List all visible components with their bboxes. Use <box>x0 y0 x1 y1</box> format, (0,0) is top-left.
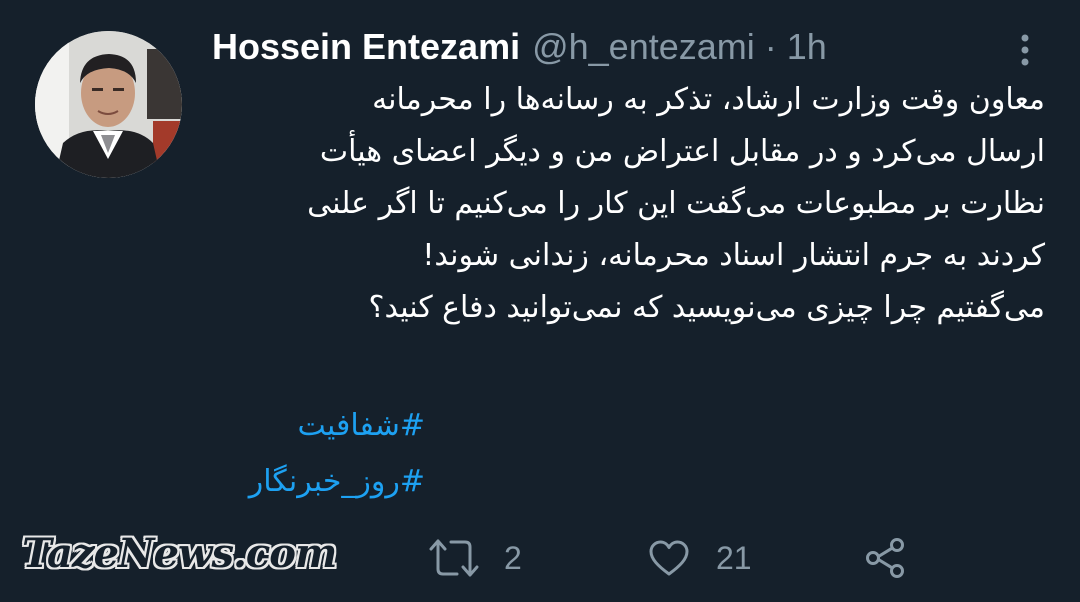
separator-dot: · <box>764 26 777 67</box>
share-button[interactable] <box>862 533 908 583</box>
tweet-header: Hossein Entezami @h_entezami · 1h <box>212 26 827 72</box>
tweet-card[interactable]: Hossein Entezami @h_entezami · 1h معاون … <box>0 0 1080 602</box>
more-vertical-icon[interactable] <box>1010 30 1040 70</box>
author-handle[interactable]: @h_entezami <box>532 26 755 68</box>
tweet-text-line: ارسال می‌کرد و در مقابل اعتراض من و دیگر… <box>319 134 1045 169</box>
tweet-text-line: معاون وقت وزارت ارشاد، تذکر به رسانه‌ها … <box>372 82 1045 117</box>
tweet-text-line: می‌گفتیم چرا چیزی می‌نویسید که نمی‌توانی… <box>368 290 1045 325</box>
heart-icon <box>649 540 689 576</box>
tweet-text-line: کردند به جرم انتشار اسناد محرمانه، زندان… <box>422 238 1045 273</box>
avatar[interactable] <box>35 31 182 178</box>
author-name[interactable]: Hossein Entezami <box>212 26 520 68</box>
avatar-photo <box>35 31 182 178</box>
like-button[interactable]: 21 <box>648 533 752 583</box>
hashtag-link[interactable]: #شفافیت <box>205 398 425 454</box>
timestamp[interactable]: 1h <box>787 26 827 68</box>
retweet-icon <box>429 539 479 577</box>
tweet-text-line: نظارت بر مطبوعات می‌گفت این کار را می‌کن… <box>307 186 1045 221</box>
like-count: 21 <box>716 539 752 576</box>
tweet-text: معاون وقت وزارت ارشاد، تذکر به رسانه‌ها … <box>205 74 1045 334</box>
watermark: TazeNews.com <box>22 530 337 577</box>
hashtag-link[interactable]: #روز_خبرنگار <box>205 454 425 510</box>
retweet-count: 2 <box>504 539 522 576</box>
share-icon <box>866 538 904 578</box>
retweet-button[interactable]: 2 <box>428 533 522 583</box>
hashtag-list: #شفافیت #روز_خبرنگار <box>205 398 425 510</box>
